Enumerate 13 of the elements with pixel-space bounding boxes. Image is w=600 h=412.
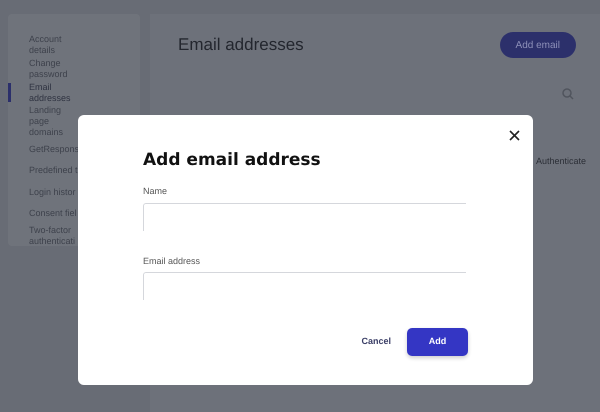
input-field[interactable] xyxy=(143,202,466,230)
page-title: Email addresses xyxy=(178,34,304,56)
search-icon[interactable] xyxy=(562,88,574,100)
cancel-button[interactable]: Cancel xyxy=(361,335,391,349)
dialog-title: Add email address xyxy=(143,149,322,171)
close-icon[interactable] xyxy=(507,128,521,142)
sidebar-item[interactable]: Email addresses xyxy=(8,82,78,102)
field-label: Name xyxy=(143,185,168,198)
input-field[interactable] xyxy=(143,272,466,300)
add-button[interactable]: Add xyxy=(407,328,468,356)
column-header: Authenticate xyxy=(536,155,586,168)
add-email-button[interactable]: Add email xyxy=(500,32,576,58)
field-label: Email address xyxy=(143,254,202,268)
